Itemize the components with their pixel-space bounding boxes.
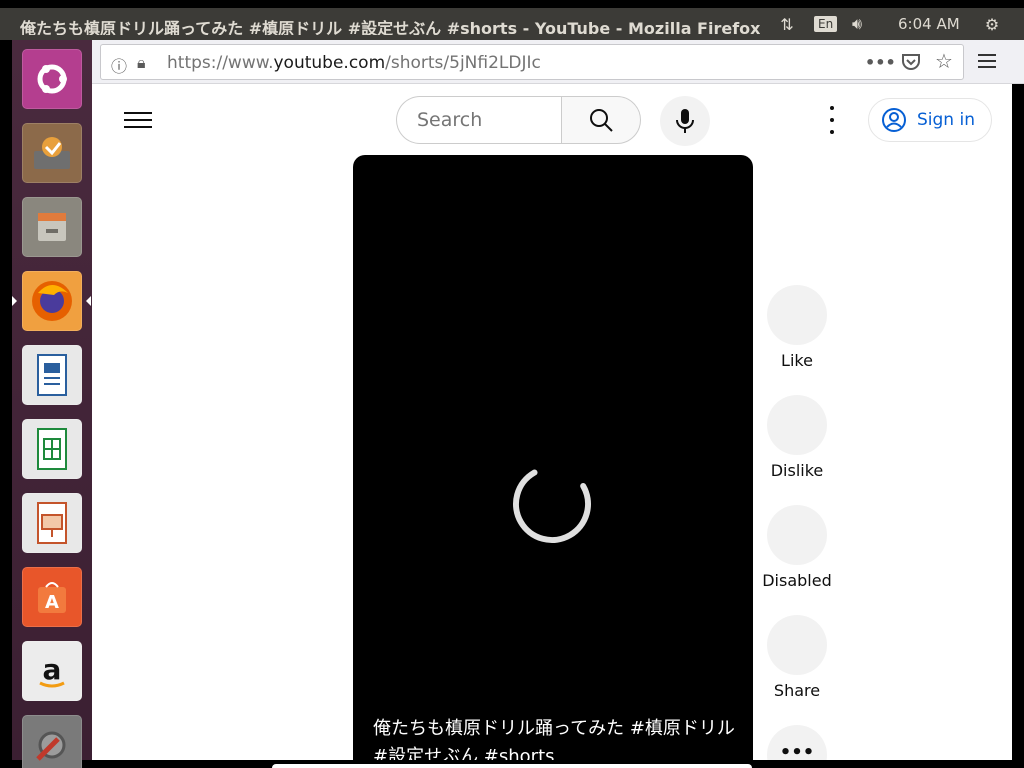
site-info-icon[interactable]: ⓘ [111,53,127,77]
system-settings-icon[interactable] [19,712,85,768]
account-icon [882,108,906,132]
voice-search-button[interactable] [660,96,710,146]
url-path: /shorts/5jNfi2LDJIc [385,53,541,73]
microphone-icon [676,109,694,133]
comments-label: Disabled [762,571,832,590]
window-title: 俺たちも槙原ドリル踊ってみた #槙原ドリル #設定せぶん #shorts - Y… [20,19,760,35]
short-video-player[interactable]: 俺たちも槙原ドリル踊ってみた #槙原ドリル #設定せぶん #shorts [353,155,753,760]
share-icon [767,615,827,675]
volume-icon[interactable]: 🔊︎ [852,8,880,40]
comments-icon [767,505,827,565]
top-panel: 俺たちも槙原ドリル踊ってみた #槙原ドリル #設定せぶん #shorts - Y… [0,8,1024,40]
loading-spinner-icon [513,465,591,543]
search-button[interactable] [561,96,641,144]
dislike-icon [767,395,827,455]
like-icon [767,285,827,345]
browser-toolbar: ⓘ 🔒︎ https://www.youtube.com/shorts/5jNf… [92,40,1024,84]
like-button[interactable]: Like [752,285,842,370]
hamburger-menu-icon[interactable] [978,52,998,74]
insecure-lock-icon[interactable]: 🔒︎ [137,53,146,73]
software-updater-icon[interactable] [19,120,85,186]
libreoffice-impress-icon[interactable] [19,490,85,556]
clock[interactable]: 6:04 AM [898,8,970,40]
comments-button[interactable]: Disabled [752,505,842,590]
launcher-focused-indicator [86,296,91,306]
search-input[interactable]: Search [396,96,562,144]
keyboard-layout-label: En [814,16,838,32]
page-actions-icon[interactable]: ••• [865,53,896,72]
libreoffice-calc-icon[interactable] [19,416,85,482]
svg-text:a: a [43,653,62,686]
url-prefix: https://www. [167,53,274,73]
keyboard-layout-indicator[interactable]: En [814,8,838,40]
short-title[interactable]: 俺たちも槙原ドリル踊ってみた #槙原ドリル #設定せぶん #shorts [373,715,743,760]
more-actions-button[interactable]: ••• [752,725,842,760]
ubuntu-software-icon[interactable]: A [19,564,85,630]
dislike-button[interactable]: Dislike [752,395,842,480]
dislike-label: Dislike [770,461,824,480]
guide-menu-icon[interactable] [122,108,154,132]
youtube-header: Search Sign in [92,84,1012,156]
more-settings-icon[interactable] [820,106,844,134]
url-domain: youtube.com [273,53,386,73]
system-gear-icon[interactable]: ⚙ [980,8,1004,40]
firefox-icon[interactable] [19,268,85,334]
next-short-preview[interactable] [272,764,752,768]
svg-text:A: A [45,592,59,613]
launcher: A a [12,40,92,768]
youtube-page: Search Sign in 俺たちも槙原ドリル踊ってみた #槙原ドリル #設定… [92,84,1012,760]
share-button[interactable]: Share [752,615,842,700]
amazon-icon[interactable]: a [19,638,85,704]
sign-in-label: Sign in [917,110,975,130]
search-icon [590,109,613,132]
sign-in-button[interactable]: Sign in [868,98,992,142]
libreoffice-writer-icon[interactable] [19,342,85,408]
launcher-running-indicator [12,296,17,306]
url-bar[interactable]: ⓘ 🔒︎ https://www.youtube.com/shorts/5jNf… [100,44,964,80]
share-label: Share [773,681,821,700]
bookmark-star-icon[interactable]: ☆ [935,49,953,73]
pocket-icon[interactable] [901,53,921,75]
network-icon[interactable]: ⇅ [774,8,800,40]
like-label: Like [781,351,813,370]
url-text[interactable]: https://www.youtube.com/shorts/5jNfi2LDJ… [167,53,541,73]
files-icon[interactable] [19,194,85,260]
ubuntu-dash-icon[interactable] [19,46,85,112]
more-actions-icon: ••• [767,725,827,760]
